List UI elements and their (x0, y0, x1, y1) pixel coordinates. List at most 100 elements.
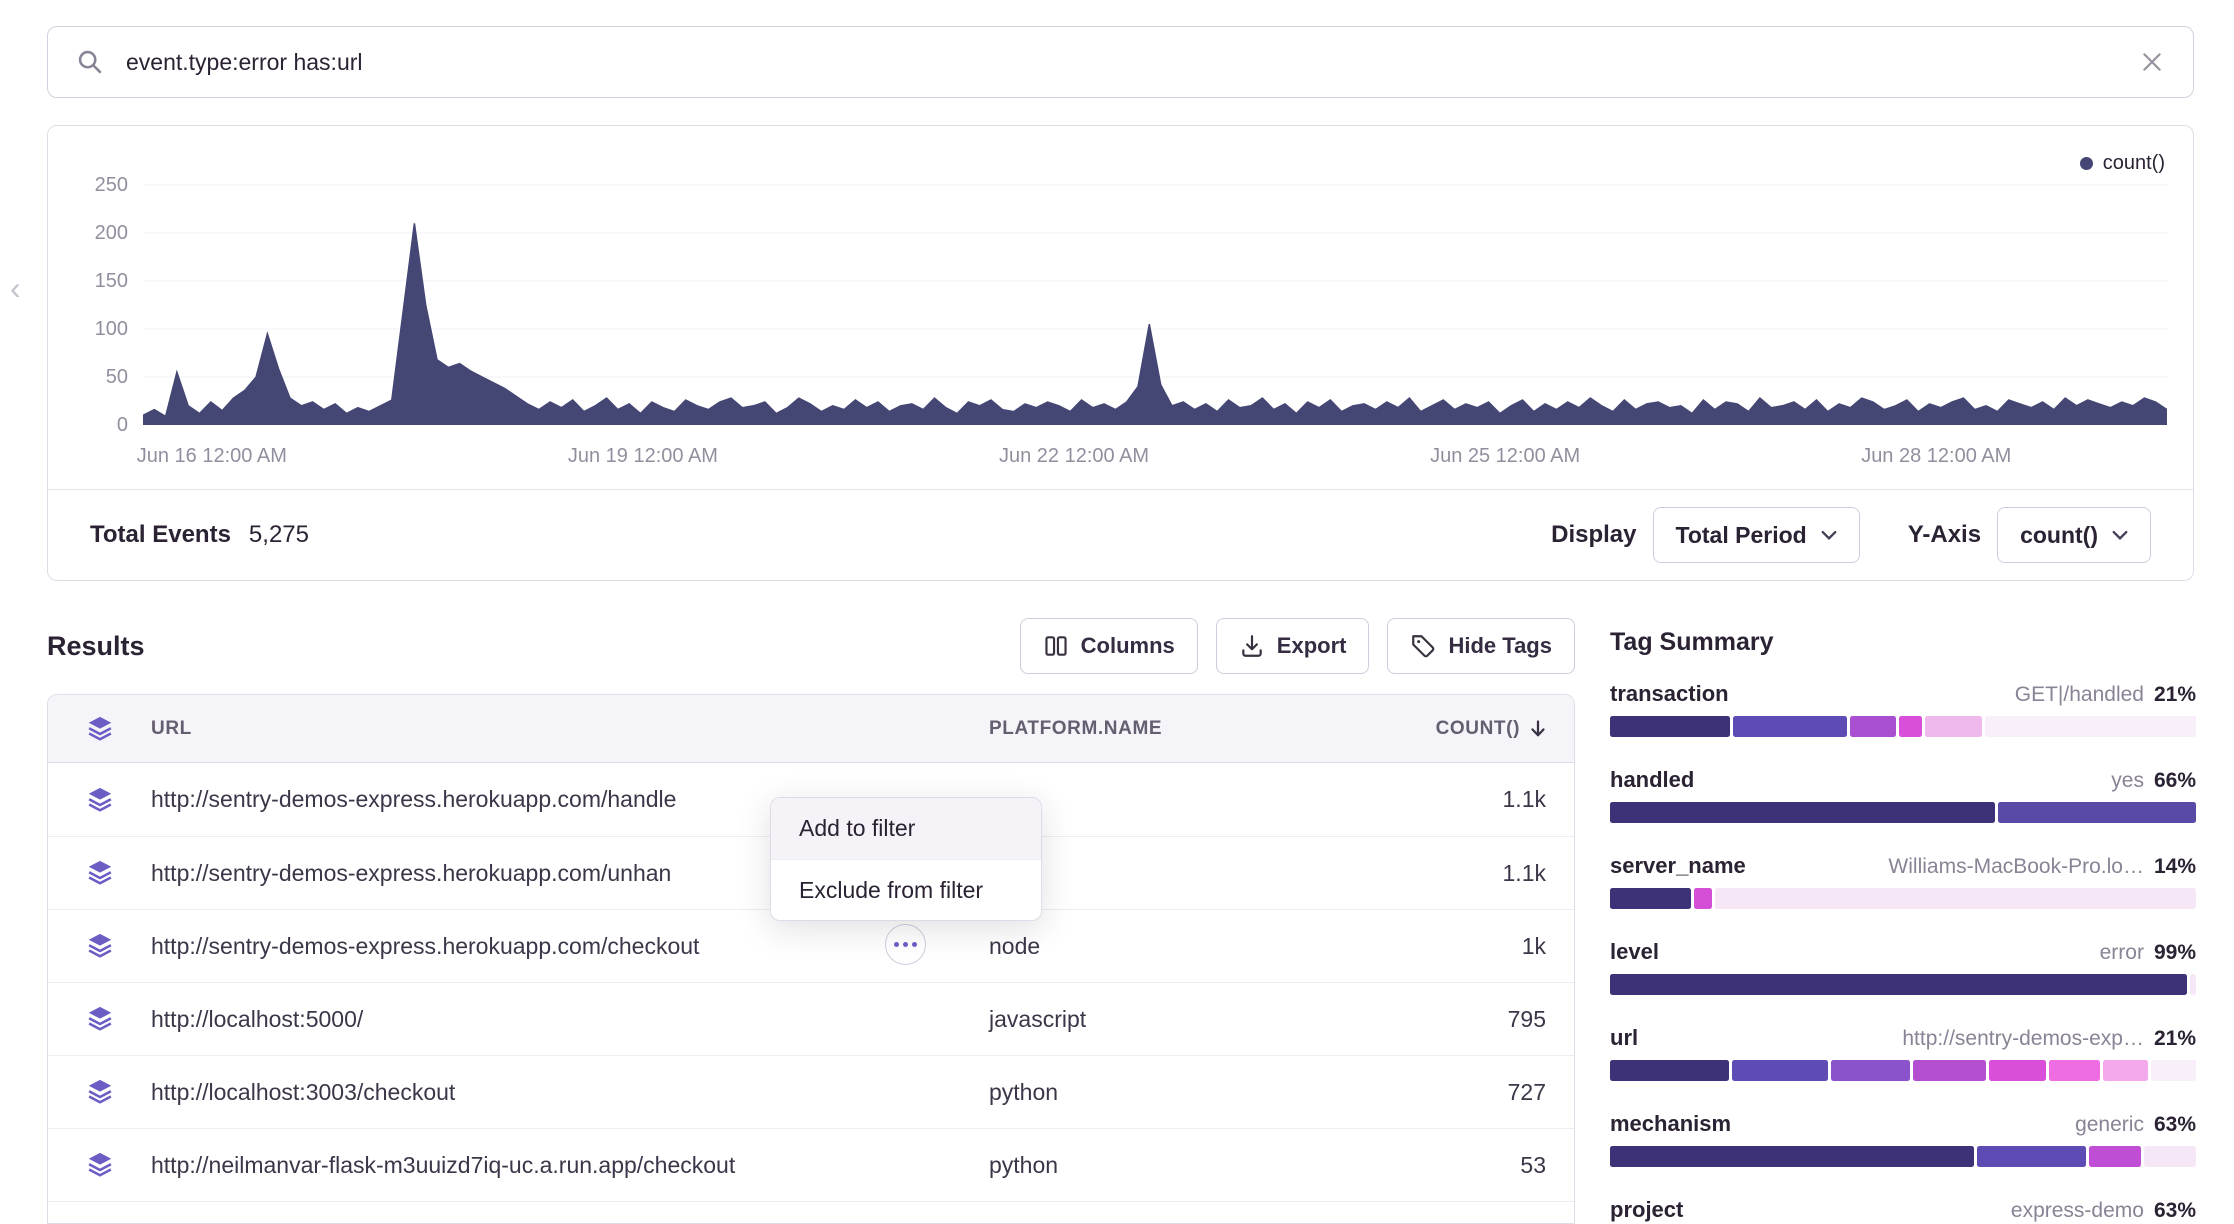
search-input[interactable] (124, 48, 2119, 77)
count-cell: 1.1k (1409, 860, 1574, 887)
tag-summary-item: level error 99% (1610, 939, 2196, 995)
row-actions-button[interactable] (885, 924, 926, 965)
tag-segment[interactable] (2151, 1060, 2196, 1081)
menu-item[interactable]: Exclude from filter (771, 859, 1041, 920)
tag-summary-item: project express-demo 63% (1610, 1197, 2196, 1224)
download-icon (1239, 633, 1265, 659)
url-cell[interactable]: http://localhost:5000/ (151, 1006, 989, 1033)
layers-icon (85, 714, 115, 744)
column-header-url[interactable]: URL (151, 718, 989, 740)
tag-segment[interactable] (1985, 716, 2196, 737)
tag-segment[interactable] (2049, 1060, 2100, 1081)
count-cell: 53 (1409, 1152, 1574, 1179)
sidebar-collapse-handle[interactable]: ‹ (10, 272, 21, 304)
tag-bar-level[interactable] (1610, 974, 2196, 995)
tag-summary: Tag Summary transaction GET|/handled 21%… (1610, 628, 2196, 1224)
layers-icon (85, 858, 115, 888)
column-header-platform[interactable]: PLATFORM.NAME (989, 718, 1409, 740)
tag-summary-item: url http://sentry-demos-exp… 21% (1610, 1025, 2196, 1081)
tag-name: server_name (1610, 853, 1746, 879)
tag-bar-handled[interactable] (1610, 802, 2196, 823)
columns-button[interactable]: Columns (1020, 618, 1198, 674)
tag-segment[interactable] (1977, 1146, 2087, 1167)
tag-segment[interactable] (1610, 1060, 1729, 1081)
tag-segment[interactable] (1610, 888, 1691, 909)
tag-percentage: 21% (2154, 683, 2196, 707)
y-axis-tick-label: 0 (48, 411, 128, 439)
display-dropdown[interactable]: Total Period (1653, 507, 1860, 563)
tag-bar-transaction[interactable] (1610, 716, 2196, 737)
y-axis-tick-label: 200 (48, 219, 128, 247)
clear-search-button[interactable] (2139, 49, 2165, 75)
layers-icon (85, 931, 115, 961)
tag-bar-server_name[interactable] (1610, 888, 2196, 909)
tag-segment[interactable] (1732, 1060, 1828, 1081)
tag-summary-title: Tag Summary (1610, 628, 2196, 657)
table-row[interactable]: http://localhost:3003/checkout python 72… (48, 1055, 1574, 1128)
y-axis-tick-label: 250 (48, 171, 128, 199)
tag-segment[interactable] (1694, 888, 1711, 909)
tag-percentage: 63% (2154, 1199, 2196, 1223)
tag-segment[interactable] (1610, 1146, 1974, 1167)
tag-bar-url[interactable] (1610, 1060, 2196, 1081)
sort-desc-icon (1528, 719, 1548, 739)
y-axis-dropdown[interactable]: count() (1997, 507, 2151, 563)
tag-segment[interactable] (2190, 974, 2196, 995)
tag-percentage: 66% (2154, 769, 2196, 793)
tag-name: url (1610, 1025, 1638, 1051)
chevron-down-icon (2112, 530, 2128, 541)
tag-segment[interactable] (1610, 802, 1995, 823)
tag-segment[interactable] (1733, 716, 1847, 737)
tag-name: handled (1610, 767, 1694, 793)
platform-cell[interactable]: python (989, 1152, 1409, 1179)
url-cell[interactable]: http://neilmanvar-flask-m3uuizd7iq-uc.a.… (151, 1152, 989, 1179)
ellipsis-icon (894, 942, 899, 947)
table-row[interactable]: http://localhost:5000/ javascript 795 (48, 982, 1574, 1055)
table-row[interactable] (48, 1201, 1574, 1224)
column-header-count[interactable]: COUNT() (1409, 718, 1574, 740)
x-axis-tick-label: Jun 16 12:00 AM (92, 442, 332, 470)
tag-icon (1410, 633, 1436, 659)
results-title: Results (47, 631, 145, 662)
platform-cell[interactable]: javascript (989, 1006, 1409, 1033)
tag-segment[interactable] (1610, 716, 1730, 737)
tag-segment[interactable] (2144, 1146, 2196, 1167)
tag-summary-item: mechanism generic 63% (1610, 1111, 2196, 1167)
x-axis-tick-label: Jun 25 12:00 AM (1385, 442, 1625, 470)
tag-top-value: express-demo (2011, 1199, 2144, 1223)
y-axis-tick-label: 150 (48, 267, 128, 295)
results-table: URL PLATFORM.NAME COUNT() http://sentry-… (47, 694, 1575, 1224)
count-cell: 1.1k (1409, 786, 1574, 813)
tag-segment[interactable] (1715, 888, 2196, 909)
tag-bar-mechanism[interactable] (1610, 1146, 2196, 1167)
tag-top-value: yes (2111, 769, 2144, 793)
menu-item[interactable]: Add to filter (771, 798, 1041, 859)
tag-segment[interactable] (2089, 1146, 2141, 1167)
y-axis-label: Y-Axis (1908, 521, 1981, 549)
tag-name: transaction (1610, 681, 1729, 707)
tag-segment[interactable] (1989, 1060, 2046, 1081)
url-cell[interactable]: http://sentry-demos-express.herokuapp.co… (151, 933, 989, 960)
tag-segment[interactable] (2103, 1060, 2148, 1081)
table-row[interactable]: http://neilmanvar-flask-m3uuizd7iq-uc.a.… (48, 1128, 1574, 1201)
x-axis-tick-label: Jun 19 12:00 AM (523, 442, 763, 470)
platform-cell[interactable]: python (989, 1079, 1409, 1106)
export-button[interactable]: Export (1216, 618, 1370, 674)
hide-tags-button[interactable]: Hide Tags (1387, 618, 1575, 674)
y-axis-tick-label: 100 (48, 315, 128, 343)
tag-segment[interactable] (1831, 1060, 1910, 1081)
tag-segment[interactable] (1899, 716, 1922, 737)
columns-icon (1043, 633, 1069, 659)
tag-segment[interactable] (1850, 716, 1896, 737)
url-cell[interactable]: http://localhost:3003/checkout (151, 1079, 989, 1106)
events-chart[interactable] (143, 161, 2167, 425)
display-label: Display (1551, 521, 1636, 549)
count-cell: 727 (1409, 1079, 1574, 1106)
tag-segment[interactable] (1925, 716, 1982, 737)
chart-footer: Total Events 5,275 Display Total Period … (48, 489, 2193, 580)
platform-cell[interactable]: node (989, 933, 1409, 960)
tag-segment[interactable] (1610, 974, 2187, 995)
tag-segment[interactable] (1913, 1060, 1986, 1081)
tag-segment[interactable] (1998, 802, 2196, 823)
tag-top-value: GET|/handled (2015, 683, 2144, 707)
